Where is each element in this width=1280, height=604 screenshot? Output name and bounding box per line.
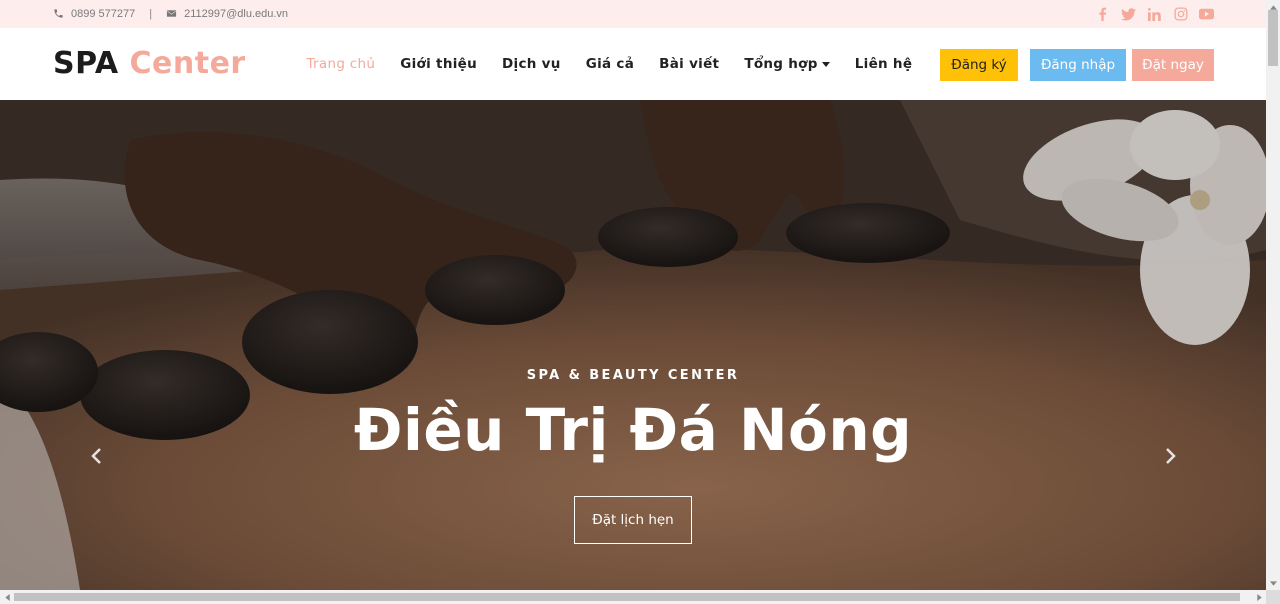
scroll-right-arrow-icon[interactable] <box>1252 590 1266 604</box>
twitter-icon[interactable] <box>1121 7 1136 22</box>
scroll-down-arrow-icon[interactable] <box>1266 576 1280 590</box>
top-bar: 0899 577277 | 2112997@dlu.edu.vn <box>0 0 1266 28</box>
scroll-left-arrow-icon[interactable] <box>0 590 14 604</box>
email-address: 2112997@dlu.edu.vn <box>184 8 289 20</box>
nav-item-general-label: Tổng hợp <box>744 56 818 72</box>
hero-subtitle: SPA & BEAUTY CENTER <box>526 368 740 383</box>
nav-item-home[interactable]: Trang chủ <box>294 56 388 72</box>
nav-item-general-dropdown[interactable]: Tổng hợp <box>732 56 842 72</box>
vertical-scrollbar[interactable] <box>1266 0 1280 590</box>
book-appointment-button[interactable]: Đặt lịch hẹn <box>574 496 692 544</box>
book-now-button[interactable]: Đặt ngay <box>1132 49 1214 81</box>
horizontal-scrollbar[interactable] <box>0 590 1266 604</box>
vertical-scrollbar-thumb[interactable] <box>1268 10 1278 66</box>
social-links <box>1095 0 1214 28</box>
main-nav: Trang chủ Giới thiệu Dịch vụ Giá cả Bài … <box>294 28 925 100</box>
login-button[interactable]: Đăng nhập <box>1030 49 1126 81</box>
caret-down-icon <box>821 61 830 67</box>
phone-icon <box>53 8 65 20</box>
scrollbar-corner <box>1266 590 1280 604</box>
hero-title: Điều Trị Đá Nóng <box>353 396 913 464</box>
horizontal-scrollbar-thumb[interactable] <box>14 593 1240 601</box>
logo-center-text: Center <box>129 46 246 81</box>
site-logo[interactable]: SPA Center <box>53 46 246 81</box>
nav-item-pricing[interactable]: Giá cả <box>573 56 646 72</box>
logo-spa-text: SPA <box>53 46 119 81</box>
facebook-icon[interactable] <box>1095 7 1110 22</box>
instagram-icon[interactable] <box>1173 7 1188 22</box>
envelope-icon <box>166 8 178 20</box>
contact-info: 0899 577277 | 2112997@dlu.edu.vn <box>53 0 288 28</box>
nav-item-about[interactable]: Giới thiệu <box>388 56 490 72</box>
nav-item-blog[interactable]: Bài viết <box>647 56 732 72</box>
phone-number: 0899 577277 <box>71 8 136 20</box>
nav-item-services[interactable]: Dịch vụ <box>490 56 574 72</box>
navbar: SPA Center Trang chủ Giới thiệu Dịch vụ … <box>0 28 1266 100</box>
nav-item-contact[interactable]: Liên hệ <box>842 56 925 72</box>
register-button[interactable]: Đăng ký <box>940 49 1018 81</box>
youtube-icon[interactable] <box>1199 7 1214 22</box>
contact-separator: | <box>149 8 153 20</box>
linkedin-icon[interactable] <box>1147 7 1162 22</box>
hero-carousel: SPA & BEAUTY CENTER Điều Trị Đá Nóng Đặt… <box>0 100 1266 590</box>
